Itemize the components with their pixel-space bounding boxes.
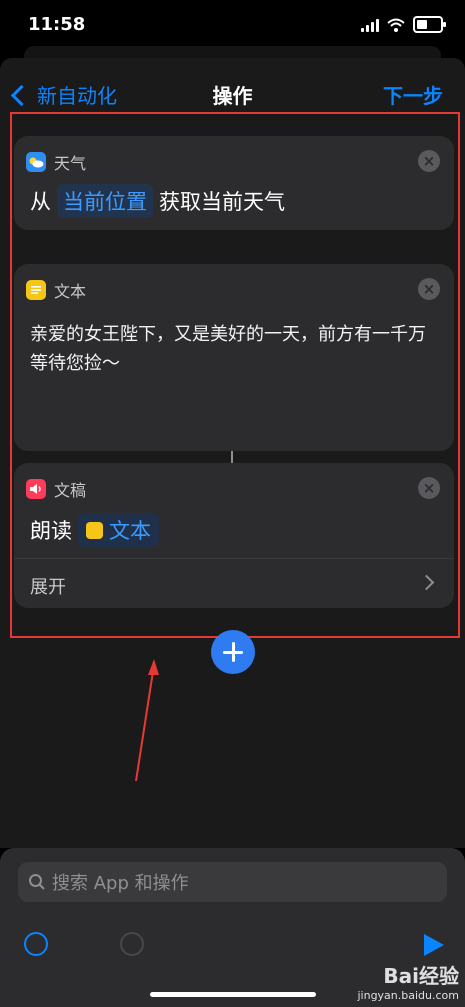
search-bar[interactable]: 搜索 App 和操作 [18,862,447,902]
play-icon[interactable] [424,934,444,956]
watermark-main: Bai经验 [383,964,459,988]
watermark-sub: jingyan.baidu.com [357,989,459,1002]
wifi-icon [387,18,405,32]
redo-icon[interactable] [120,932,144,956]
status-bar: 11:58 [0,0,465,48]
cellular-signal-icon [361,18,379,32]
status-time: 11:58 [28,14,86,35]
annotation-arrow-icon [135,659,159,782]
add-action-button[interactable] [211,630,255,674]
baidu-watermark: Bai经验 jingyan.baidu.com [357,960,459,1002]
status-icons [361,16,446,33]
home-indicator [150,992,316,997]
next-button[interactable]: 下一步 [383,80,443,109]
search-input[interactable]: 搜索 App 和操作 [52,869,189,895]
highlight-frame [10,112,460,638]
search-icon [29,874,45,890]
undo-icon[interactable] [24,932,48,956]
battery-icon [413,16,446,33]
